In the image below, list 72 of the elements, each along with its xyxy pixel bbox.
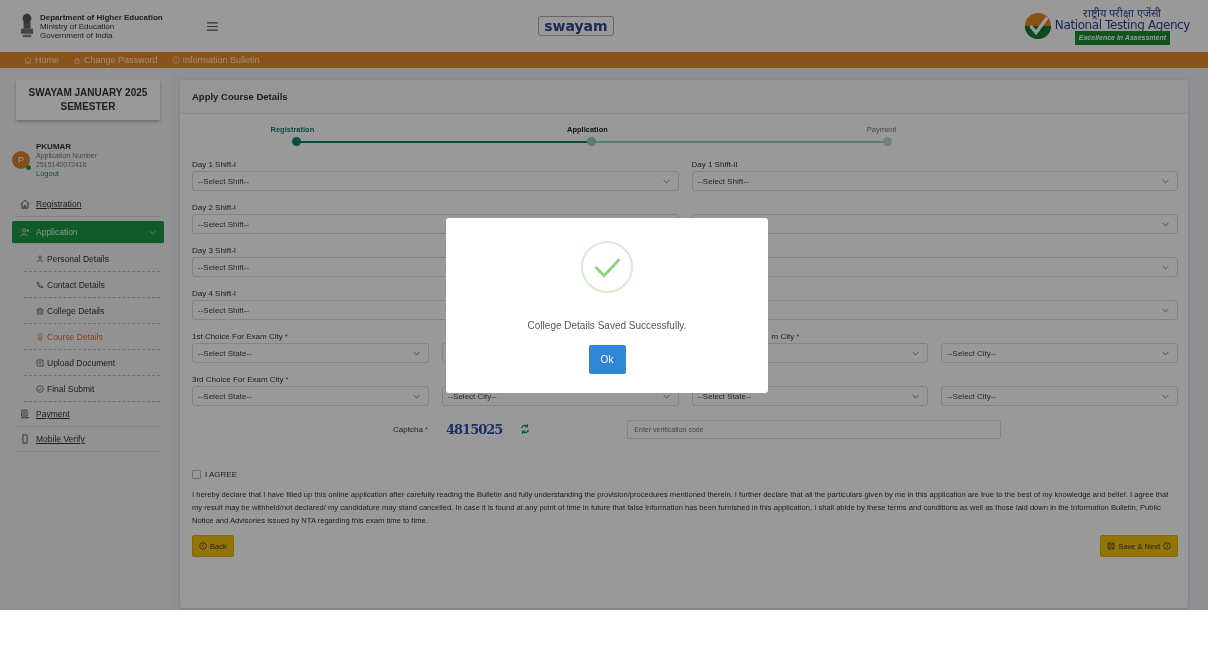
select-field[interactable]: --Select Shift-- xyxy=(691,171,1178,191)
success-check-icon xyxy=(580,239,634,294)
mobile-icon xyxy=(20,434,30,444)
agency-name: National Testing Agency xyxy=(1054,19,1190,31)
select-field[interactable]: --Select State-- xyxy=(192,343,429,363)
field-label: 1st Choice For Exam City * xyxy=(192,331,289,343)
chevron-icon xyxy=(1162,178,1169,184)
field-label: Day 2 Shift-I xyxy=(192,202,237,214)
program-title: SWAYAM JANUARY 2025 SEMESTER xyxy=(16,80,160,120)
field-label: Day 4 Shift-I xyxy=(192,288,237,300)
agree-checkbox[interactable] xyxy=(192,470,201,479)
submenu-item[interactable]: Personal Details xyxy=(47,254,109,264)
select-field[interactable]: --Select City-- xyxy=(941,343,1178,363)
captcha-image: 4815025 xyxy=(446,421,503,437)
payment-icon xyxy=(20,409,30,419)
field-label: Day 1 Shift-II xyxy=(691,159,739,171)
menu-item[interactable]: Registration xyxy=(36,199,156,209)
select-field[interactable]: --Select State-- xyxy=(192,386,429,406)
bank-icon xyxy=(36,307,44,315)
refresh-icon[interactable] xyxy=(520,424,531,434)
submenu-item[interactable]: Contact Details xyxy=(47,280,105,290)
award-icon xyxy=(36,333,44,341)
government-name: Government of India xyxy=(40,30,114,40)
home-icon xyxy=(24,56,32,64)
submenu-item[interactable]: Final Submit xyxy=(47,384,95,394)
field-label: Day 3 Shift-I xyxy=(192,245,237,257)
select-field[interactable]: --Select Shift-- xyxy=(192,171,679,191)
agree-label: I AGREE xyxy=(205,470,237,479)
check-icon xyxy=(36,385,44,393)
lock-icon xyxy=(73,56,81,64)
card-title: Apply Course Details xyxy=(192,91,288,102)
field-label: m City * xyxy=(771,331,801,343)
checkmark-logo-icon xyxy=(1023,12,1052,40)
user-name: PKUMAR xyxy=(36,142,73,151)
menu-icon[interactable] xyxy=(206,21,218,31)
phone-icon xyxy=(36,281,44,289)
field-label: Day 1 Shift-I xyxy=(192,159,237,171)
chevron-icon xyxy=(1162,221,1169,227)
home-icon xyxy=(20,199,30,209)
menu-item[interactable]: Mobile Verify xyxy=(36,434,156,444)
chevron-icon xyxy=(662,178,670,184)
chevron-icon xyxy=(912,393,920,399)
captcha-label: Captcha * xyxy=(392,424,428,434)
next-arrow-icon xyxy=(1163,542,1171,550)
submenu-item[interactable]: Upload Document xyxy=(47,358,116,368)
chevron-icon xyxy=(662,393,670,399)
person-icon xyxy=(36,255,44,263)
upload-icon xyxy=(36,359,44,367)
chevron-icon xyxy=(412,350,420,356)
field-label: 3rd Choice For Exam City * xyxy=(192,374,290,386)
ok-button[interactable]: Ok xyxy=(588,344,626,374)
agency-hindi-name: राष्ट्रीय परीक्षा एजेंसी xyxy=(1083,7,1162,19)
avatar: P xyxy=(12,151,30,169)
info-icon xyxy=(171,56,180,64)
select-field[interactable]: --Select City-- xyxy=(941,386,1178,406)
chevron-icon xyxy=(912,350,920,356)
department-name: Department of Higher Education xyxy=(40,12,163,22)
dialog-message: College Details Saved Successfully. xyxy=(527,319,687,331)
submenu-item[interactable]: College Details xyxy=(47,306,105,316)
chevron-icon xyxy=(412,393,420,399)
save-icon xyxy=(1107,542,1116,550)
back-arrow-icon xyxy=(199,542,207,550)
chevron-icon xyxy=(1162,350,1169,356)
chevron-icon xyxy=(1162,393,1169,399)
select-field[interactable] xyxy=(691,214,1178,234)
swayam-logo: swayam xyxy=(538,16,614,36)
chevron-icon xyxy=(1162,264,1169,270)
person-add-icon xyxy=(20,227,30,237)
menu-item[interactable]: Payment xyxy=(36,409,156,419)
ministry-name: Ministry of Education xyxy=(40,21,115,31)
emblem-icon xyxy=(18,13,36,39)
chevron-icon xyxy=(1162,307,1169,313)
